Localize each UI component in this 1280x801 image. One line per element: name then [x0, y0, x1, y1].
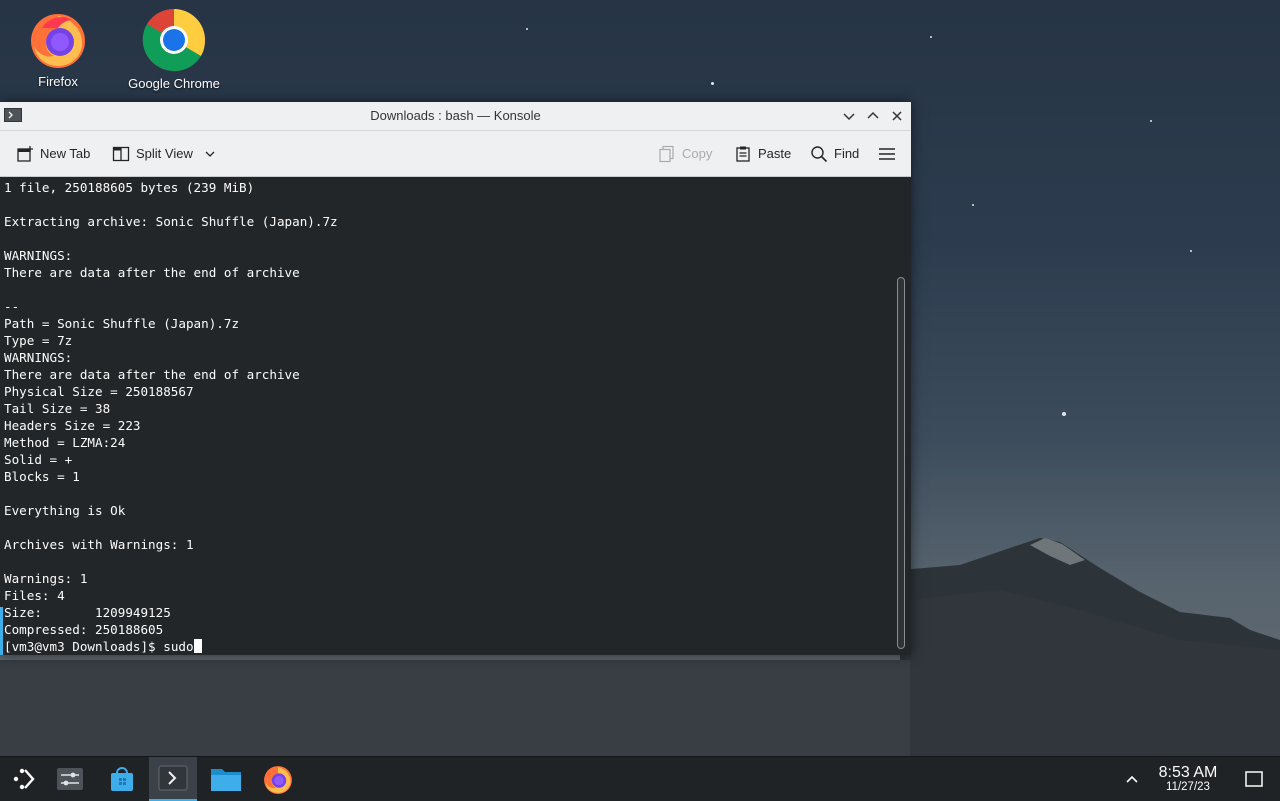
terminal-line: Size: 1209949125 — [4, 605, 171, 620]
copy-icon — [659, 145, 674, 162]
terminal-line: Warnings: 1 — [4, 571, 88, 586]
show-desktop-button[interactable] — [1232, 757, 1276, 801]
konsole-window: Downloads : bash — Konsole New Tab Split… — [0, 102, 911, 655]
terminal-line: Extracting archive: Sonic Shuffle (Japan… — [4, 214, 338, 229]
terminal-line: Everything is Ok — [4, 503, 126, 518]
terminal-line: There are data after the end of archive — [4, 265, 300, 280]
konsole-icon — [158, 765, 188, 791]
system-settings-icon — [57, 768, 83, 790]
terminal-line: Type = 7z — [4, 333, 73, 348]
command-input[interactable]: sudo — [163, 639, 193, 654]
clock-time: 8:53 AM — [1158, 764, 1218, 781]
split-view-icon — [112, 146, 130, 161]
firefox-icon — [31, 14, 85, 68]
taskbar-discover[interactable] — [98, 757, 146, 801]
paste-button[interactable]: Paste — [734, 131, 791, 176]
shell-prompt: [vm3@vm3 Downloads]$ — [4, 639, 164, 654]
terminal-line: Files: 4 — [4, 588, 65, 603]
taskbar-system-settings[interactable] — [46, 757, 94, 801]
terminal-line: 1 file, 250188605 bytes (239 MiB) — [4, 180, 255, 195]
terminal-line: There are data after the end of archive — [4, 367, 300, 382]
search-icon — [811, 145, 828, 162]
terminal-line: Method = LZMA:24 — [4, 435, 126, 450]
file-manager-icon — [211, 769, 241, 791]
chevron-up-icon — [1126, 775, 1138, 783]
terminal-line: Tail Size = 38 — [4, 401, 111, 416]
new-tab-label: New Tab — [40, 146, 91, 161]
terminal-line: Archives with Warnings: 1 — [4, 537, 194, 552]
hamburger-menu-icon — [879, 147, 895, 160]
paste-icon — [736, 146, 750, 162]
taskbar-konsole[interactable] — [149, 757, 197, 801]
desktop-icon-firefox[interactable]: Firefox — [8, 8, 108, 89]
desktop-icon-google-chrome[interactable]: Google Chrome — [124, 8, 224, 91]
scrollbar-thumb[interactable] — [897, 277, 905, 649]
copy-label: Copy — [682, 146, 713, 161]
terminal-line: -- — [4, 299, 20, 314]
maximize-button[interactable] — [864, 107, 882, 125]
taskbar: 8:53 AM 11/27/23 — [0, 756, 1280, 801]
chrome-icon — [142, 8, 206, 72]
terminal-line: Blocks = 1 — [4, 469, 80, 484]
terminal-prompt-line[interactable]: [vm3@vm3 Downloads]$ sudo — [4, 638, 202, 655]
chevron-down-icon[interactable] — [203, 147, 217, 161]
application-launcher-button[interactable] — [0, 757, 48, 801]
taskbar-firefox[interactable] — [254, 757, 302, 801]
discover-store-icon — [111, 767, 133, 791]
terminal-output[interactable]: 1 file, 250188605 bytes (239 MiB) Extrac… — [0, 177, 889, 655]
window-title: Downloads : bash — Konsole — [370, 108, 541, 123]
window-titlebar[interactable]: Downloads : bash — Konsole — [0, 102, 911, 131]
find-button[interactable]: Find — [810, 131, 859, 176]
system-tray-expander[interactable] — [1110, 757, 1154, 801]
application-launcher-icon — [13, 768, 35, 790]
firefox-icon — [264, 766, 292, 794]
show-desktop-icon — [1245, 771, 1263, 787]
terminal-line: Solid = + — [4, 452, 73, 467]
terminal-line: Compressed: 250188605 — [4, 622, 164, 637]
split-view-button[interactable]: Split View — [112, 131, 217, 176]
find-label: Find — [834, 146, 860, 161]
paste-label: Paste — [758, 146, 792, 161]
minimize-button[interactable] — [840, 107, 858, 125]
desktop-icon-label: Google Chrome — [128, 76, 220, 91]
text-cursor — [193, 639, 202, 653]
copy-button[interactable]: Copy — [658, 131, 712, 176]
terminal-line: Headers Size = 223 — [4, 418, 141, 433]
terminal-line: Physical Size = 250188567 — [4, 384, 194, 399]
terminal-scrollbar[interactable] — [889, 177, 911, 655]
clock-date: 11/27/23 — [1166, 781, 1210, 793]
new-tab-icon — [17, 145, 33, 162]
scroll-marker — [0, 607, 3, 655]
terminal-line: WARNINGS: — [4, 248, 73, 263]
terminal-line: WARNINGS: — [4, 350, 73, 365]
desktop-icon-label: Firefox — [38, 74, 78, 89]
taskbar-file-manager[interactable] — [202, 757, 250, 801]
terminal-line: Path = Sonic Shuffle (Japan).7z — [4, 316, 240, 331]
hamburger-menu-button[interactable] — [878, 131, 902, 176]
new-tab-button[interactable]: New Tab — [16, 131, 90, 176]
konsole-toolbar: New Tab Split View Copy Paste Find — [0, 131, 911, 177]
close-button[interactable] — [888, 107, 906, 125]
split-view-label: Split View — [136, 146, 193, 161]
